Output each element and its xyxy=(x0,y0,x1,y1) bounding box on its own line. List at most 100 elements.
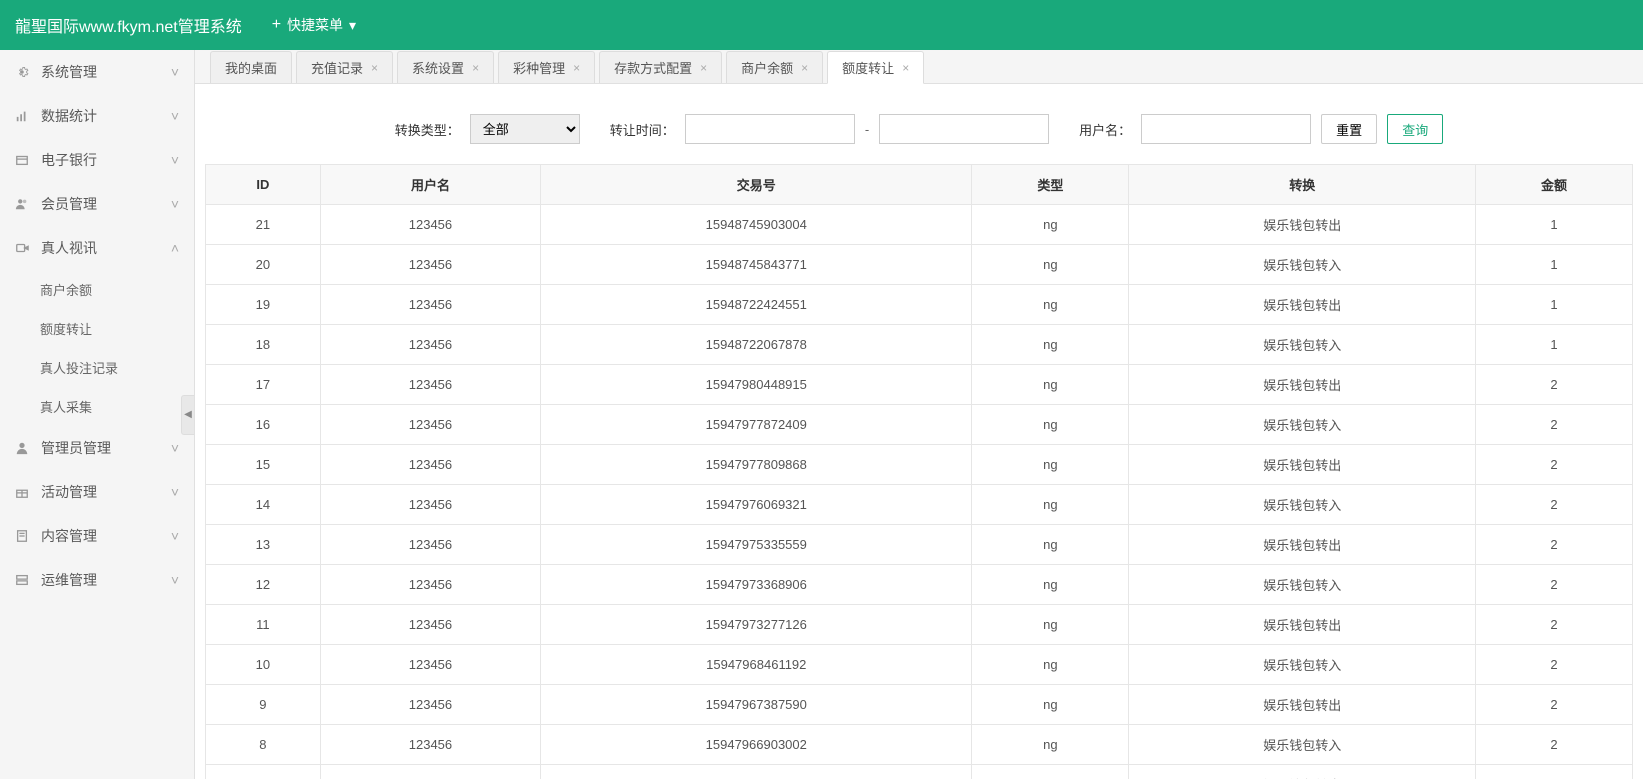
sidebar-item-label: 内容管理 xyxy=(41,526,171,546)
cell-type: ng xyxy=(972,605,1129,645)
app-title: 龍聖国际www.fkym.net管理系统 xyxy=(15,13,242,37)
cell-type: ng xyxy=(972,565,1129,605)
bank-icon xyxy=(15,153,31,167)
sidebar-sub-item-0[interactable]: 商户余额 xyxy=(0,270,194,309)
sidebar-item-3[interactable]: 会员管理˅ xyxy=(0,182,194,226)
cell-id: 21 xyxy=(206,205,321,245)
table-row: 2012345615948745843771ng娱乐钱包转入1 xyxy=(206,245,1633,285)
close-icon[interactable]: × xyxy=(700,61,707,75)
sidebar-item-1[interactable]: 数据统计˅ xyxy=(0,94,194,138)
close-icon[interactable]: × xyxy=(371,61,378,75)
sidebar-submenu: 商户余额额度转让真人投注记录真人采集 xyxy=(0,270,194,426)
cell-txn: 15947980448915 xyxy=(541,365,972,405)
cell-txn: 15948722424551 xyxy=(541,285,972,325)
cell-id: 9 xyxy=(206,685,321,725)
sidebar-item-7[interactable]: 内容管理˅ xyxy=(0,514,194,558)
sidebar-sub-item-3[interactable]: 真人采集 xyxy=(0,387,194,426)
gear-icon xyxy=(15,65,31,79)
cell-user: 123456 xyxy=(320,525,540,565)
table-row: 1712345615947980448915ng娱乐钱包转出2 xyxy=(206,365,1633,405)
quick-menu[interactable]: + 快捷菜单 ▾ xyxy=(272,15,356,35)
cell-user: 123456 xyxy=(320,725,540,765)
chevron-down-icon: ˅ xyxy=(171,152,179,168)
cell-id: 16 xyxy=(206,405,321,445)
cell-txn: 15947967387590 xyxy=(541,685,972,725)
sidebar-item-5[interactable]: 管理员管理˅ xyxy=(0,426,194,470)
tab-6[interactable]: 额度转让 × xyxy=(827,51,924,84)
tab-4[interactable]: 存款方式配置× xyxy=(599,51,722,83)
cell-user: 123456 xyxy=(320,565,540,605)
sidebar-item-label: 活动管理 xyxy=(41,482,171,502)
col-header-0: ID xyxy=(206,165,321,205)
sidebar-item-label: 系统管理 xyxy=(41,62,171,82)
tab-2[interactable]: 系统设置× xyxy=(397,51,494,83)
ops-icon xyxy=(15,573,31,587)
cell-amount: 2 xyxy=(1476,485,1633,525)
cell-amount: 2 xyxy=(1476,365,1633,405)
cell-conv: 娱乐钱包转入 xyxy=(1129,485,1476,525)
filter-time-start[interactable] xyxy=(685,114,855,144)
cell-amount: 2 xyxy=(1476,765,1633,779)
cell-user: 123456 xyxy=(320,605,540,645)
sidebar-item-4[interactable]: 真人视讯˄ xyxy=(0,226,194,270)
close-icon[interactable]: × xyxy=(472,61,479,75)
table-row: 1112345615947973277126ng娱乐钱包转出2 xyxy=(206,605,1633,645)
cell-type: ng xyxy=(972,645,1129,685)
sidebar-item-2[interactable]: 电子银行˅ xyxy=(0,138,194,182)
cell-user: 123456 xyxy=(320,365,540,405)
cell-conv: 娱乐钱包转出 xyxy=(1129,445,1476,485)
sidebar-item-0[interactable]: 系统管理˅ xyxy=(0,50,194,94)
cell-type: ng xyxy=(972,725,1129,765)
cell-txn: 15947973368906 xyxy=(541,565,972,605)
cell-conv: 娱乐钱包转出 xyxy=(1129,525,1476,565)
close-icon[interactable]: × xyxy=(801,61,808,75)
close-icon[interactable]: × xyxy=(573,61,580,75)
cell-amount: 2 xyxy=(1476,565,1633,605)
cell-user: 123456 xyxy=(320,445,540,485)
tab-1[interactable]: 充值记录× xyxy=(296,51,393,83)
table-row: 1012345615947968461192ng娱乐钱包转入2 xyxy=(206,645,1633,685)
cell-amount: 1 xyxy=(1476,245,1633,285)
filter-time-end[interactable] xyxy=(879,114,1049,144)
tab-3[interactable]: 彩种管理× xyxy=(498,51,595,83)
sidebar-item-6[interactable]: 活动管理˅ xyxy=(0,470,194,514)
cell-type: ng xyxy=(972,525,1129,565)
reset-button[interactable]: 重置 xyxy=(1321,114,1377,144)
cell-conv: 娱乐钱包转出 xyxy=(1129,205,1476,245)
cell-user: 123456 xyxy=(320,245,540,285)
cell-amount: 2 xyxy=(1476,725,1633,765)
doc-icon xyxy=(15,529,31,543)
filter-type-select[interactable]: 全部 xyxy=(470,114,580,144)
sidebar-item-8[interactable]: 运维管理˅ xyxy=(0,558,194,602)
sidebar-sub-item-2[interactable]: 真人投注记录 xyxy=(0,348,194,387)
cell-txn: 15947966903002 xyxy=(541,725,972,765)
sidebar-item-label: 会员管理 xyxy=(41,194,171,214)
cell-txn: 15947975335559 xyxy=(541,525,972,565)
cell-type: ng xyxy=(972,245,1129,285)
tab-0[interactable]: 我的桌面 xyxy=(210,51,292,83)
cell-amount: 1 xyxy=(1476,205,1633,245)
filter-user-input[interactable] xyxy=(1141,114,1311,144)
cell-txn: 15948745903004 xyxy=(541,205,972,245)
cell-conv: 娱乐钱包转入 xyxy=(1129,645,1476,685)
cell-conv: 娱乐钱包转出 xyxy=(1129,365,1476,405)
close-icon[interactable]: × xyxy=(902,61,909,75)
cell-conv: 娱乐钱包转出 xyxy=(1129,605,1476,645)
tab-5[interactable]: 商户余额× xyxy=(726,51,823,83)
sidebar-item-label: 电子银行 xyxy=(41,150,171,170)
sidebar: 系统管理˅数据统计˅电子银行˅会员管理˅真人视讯˄商户余额额度转让真人投注记录真… xyxy=(0,50,195,779)
table-row: 1512345615947977809868ng娱乐钱包转出2 xyxy=(206,445,1633,485)
caret-down-icon: ▾ xyxy=(349,17,356,34)
chevron-down-icon: ˅ xyxy=(171,528,179,544)
sidebar-sub-item-1[interactable]: 额度转让 xyxy=(0,309,194,348)
video-icon xyxy=(15,241,31,255)
chevron-down-icon: ˅ xyxy=(171,484,179,500)
cell-id: 10 xyxy=(206,645,321,685)
cell-amount: 1 xyxy=(1476,285,1633,325)
top-header: 龍聖国际www.fkym.net管理系统 + 快捷菜单 ▾ xyxy=(0,0,1643,50)
filter-bar: 转换类型： 全部 转让时间： - 用户名： 重置 查询 xyxy=(195,84,1643,164)
query-button[interactable]: 查询 xyxy=(1387,114,1443,144)
cell-id: 12 xyxy=(206,565,321,605)
sidebar-collapse-handle[interactable]: ◀ xyxy=(181,395,195,435)
tab-label: 额度转让 xyxy=(842,58,894,77)
